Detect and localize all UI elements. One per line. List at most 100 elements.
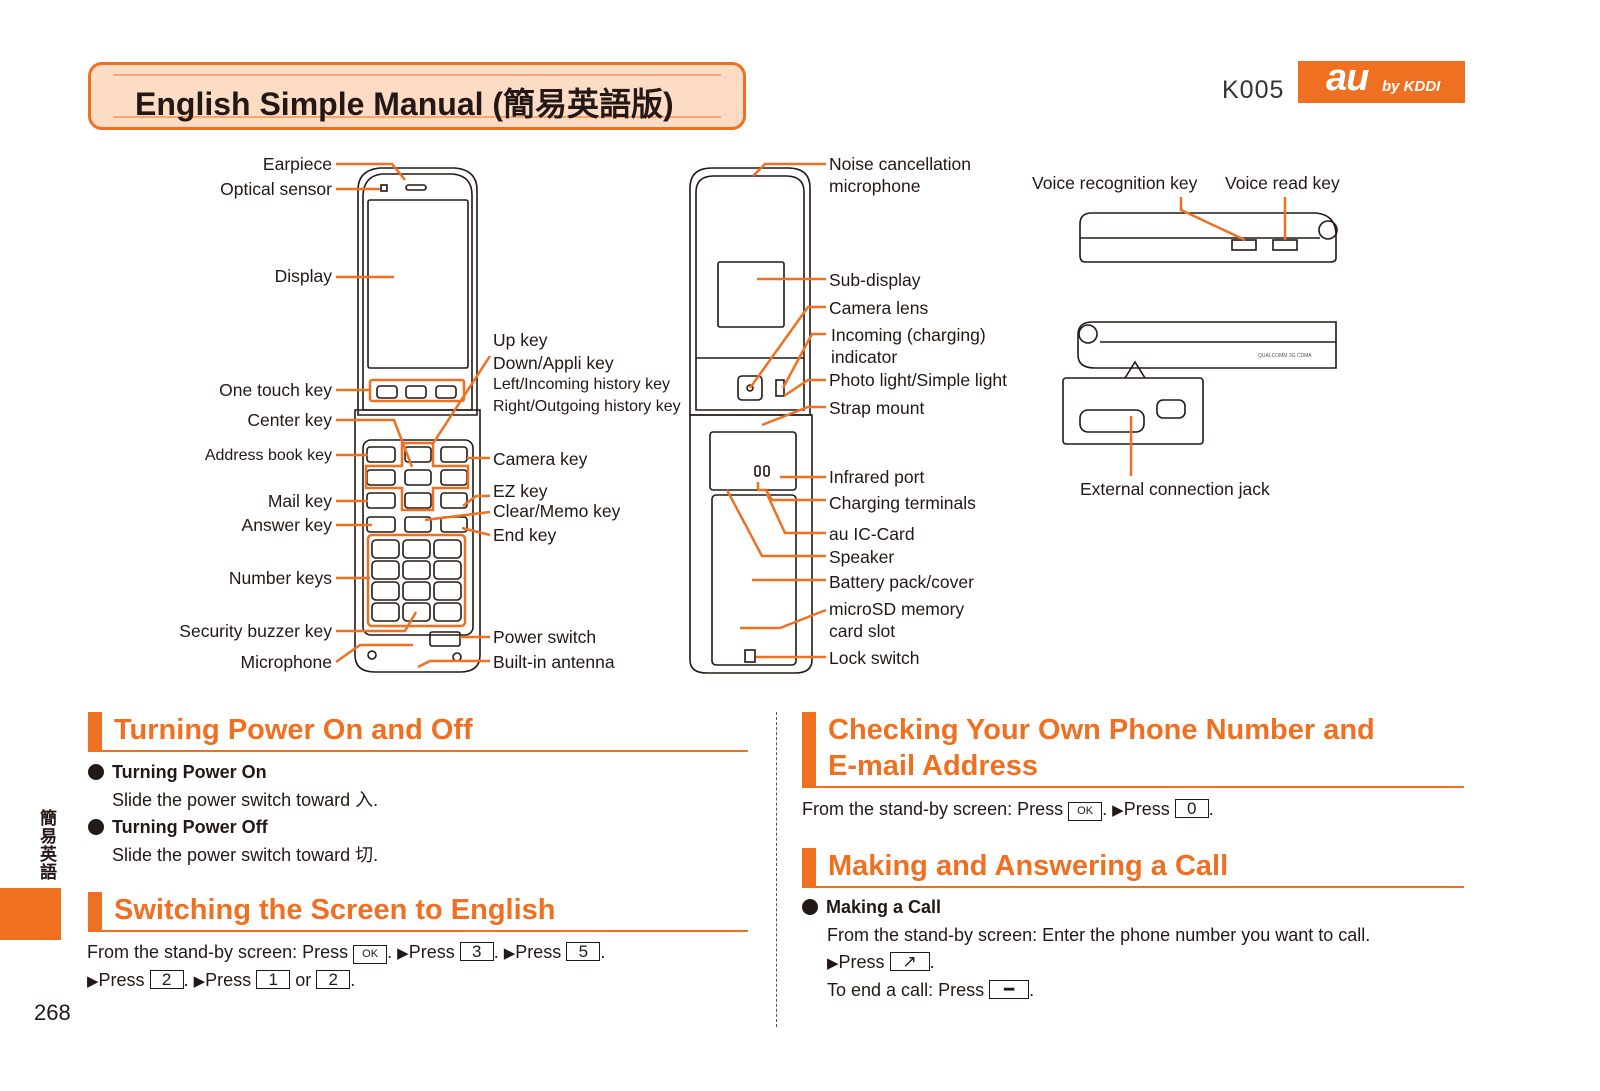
section-heading-own-number: Checking Your Own Phone Number and E-mai… [802,712,1464,788]
end-prefix: To end a call: Press [827,980,985,1000]
key-1: 1 [256,970,291,989]
press-text: Press [408,942,455,962]
one-touch-3 [435,385,457,399]
sub-display-drawing [717,261,785,328]
label-left-key: Left/Incoming history key [493,376,670,393]
bullet-icon [802,899,818,915]
label-voice-read-key: Voice read key [1225,173,1340,193]
arrow-icon: ▶ [193,973,206,990]
label-battery-cover: Battery pack/cover [829,572,974,592]
heading-text: Making and Answering a Call [828,850,1229,882]
label-right-key: Right/Outgoing history key [493,398,681,415]
label-power-switch: Power switch [493,627,597,647]
heading-text-1: Checking Your Own Phone Number and [828,714,1375,746]
side-tab-label: 簡易英語 [40,809,57,882]
arrow-icon: ▶ [397,945,409,962]
section-heading-power: Turning Power On and Off [88,712,748,752]
side-view-bottom [1077,321,1337,369]
label-strap-mount: Strap mount [829,398,925,418]
bullet-making-call: Making a Call [802,897,941,918]
end-key-icon: ━ [989,980,1030,999]
arrow-icon: ▶ [87,973,99,990]
heading-text: Turning Power On and Off [114,714,473,746]
call-line-2: ▶Press ↗. [827,952,935,972]
own-number-steps: From the stand-by screen: Press OK. ▶Pre… [802,799,1214,821]
label-one-touch-key: One touch key [219,380,332,400]
step-prefix: From the stand-by screen: Press [87,942,349,962]
power-switch-drawing [429,631,461,647]
key-5: 5 [566,942,601,961]
label-security-buzzer-key: Security buzzer key [179,621,332,641]
label-microphone: Microphone [240,652,332,672]
section-heading-english: Switching the Screen to English [88,892,748,932]
front-phone-body [357,167,478,416]
key-ok: OK [1068,802,1103,821]
arrow-icon: ▶ [1112,802,1124,819]
press-text: Press [838,952,885,972]
label-infrared-port: Infrared port [829,467,925,487]
label-earpiece: Earpiece [262,154,332,174]
arrow-icon: ▶ [827,955,839,972]
label-up-key: Up key [493,330,548,350]
press-text: Press [205,970,252,990]
label-number-keys: Number keys [228,568,332,588]
bullet-title: Making a Call [826,897,942,917]
bullet-title: Turning Power Off [112,817,268,837]
text-power-off: Slide the power switch toward 切. [112,845,379,865]
key-ok: OK [353,945,388,964]
label-display: Display [274,266,332,286]
label-au-ic-card: au IC-Card [829,524,915,544]
label-center-key: Center key [247,410,332,430]
bullet-icon [88,819,104,835]
label-lock-switch: Lock switch [829,648,920,668]
earpiece-slot [405,184,427,191]
english-steps-line-2: ▶Press 2. ▶Press 1 or 2. [87,970,356,990]
label-external-jack: External connection jack [1080,479,1270,499]
label-down-appli-key: Down/Appli key [493,353,614,373]
side-mark-text: QUALCOMM 3G CDMA [1258,353,1312,359]
press-text: Press [1123,799,1170,819]
section-heading-call: Making and Answering a Call [802,848,1464,888]
heading-bar [88,712,102,750]
optical-sensor-mark [380,184,388,192]
one-touch-2 [405,385,427,399]
label-noise-mic-2: microphone [829,176,921,196]
label-optical-sensor: Optical sensor [220,179,332,199]
label-photo-light: Photo light/Simple light [829,370,1008,390]
back-phone-bottom [689,414,813,674]
answer-key-icon: ↗ [889,952,930,971]
heading-text-2: E-mail Address [828,750,1039,782]
label-speaker: Speaker [829,547,895,567]
bullet-icon [88,764,104,780]
phone-diagram: QUALCOMM 3G CDMA [335,162,1338,674]
label-sub-display: Sub-display [829,270,921,290]
front-phone-inner [362,173,473,411]
side-tab [0,888,61,940]
column-divider [776,712,777,1027]
key-2: 2 [149,970,184,989]
label-address-book-key: Address book key [204,447,332,464]
one-touch-1 [376,385,398,399]
label-incoming-indicator-2: indicator [831,347,898,367]
back-phone-top [689,167,811,416]
call-line-3: To end a call: Press ━. [827,980,1035,1000]
front-display [367,199,469,369]
english-steps-line-1: From the stand-by screen: Press OK. ▶Pre… [87,942,606,964]
label-noise-mic: Noise cancellation [829,154,972,174]
bullet-power-off: Turning Power Off [88,817,268,838]
press-text: Press [515,942,562,962]
label-answer-key: Answer key [241,515,332,535]
key-3: 3 [459,942,494,961]
label-microsd-2: card slot [829,621,896,641]
or-text: or [295,970,312,990]
heading-bar [802,848,816,886]
heading-bar [802,712,816,786]
step-prefix: From the stand-by screen: Press [802,799,1064,819]
label-mail-key: Mail key [267,491,332,511]
page-number: 268 [34,1000,71,1025]
label-voice-recognition-key: Voice recognition key [1032,173,1198,193]
press-text: Press [98,970,145,990]
bullet-title: Turning Power On [112,762,267,782]
label-clear-memo-key: Clear/Memo key [493,501,621,521]
label-end-key: End key [493,525,557,545]
